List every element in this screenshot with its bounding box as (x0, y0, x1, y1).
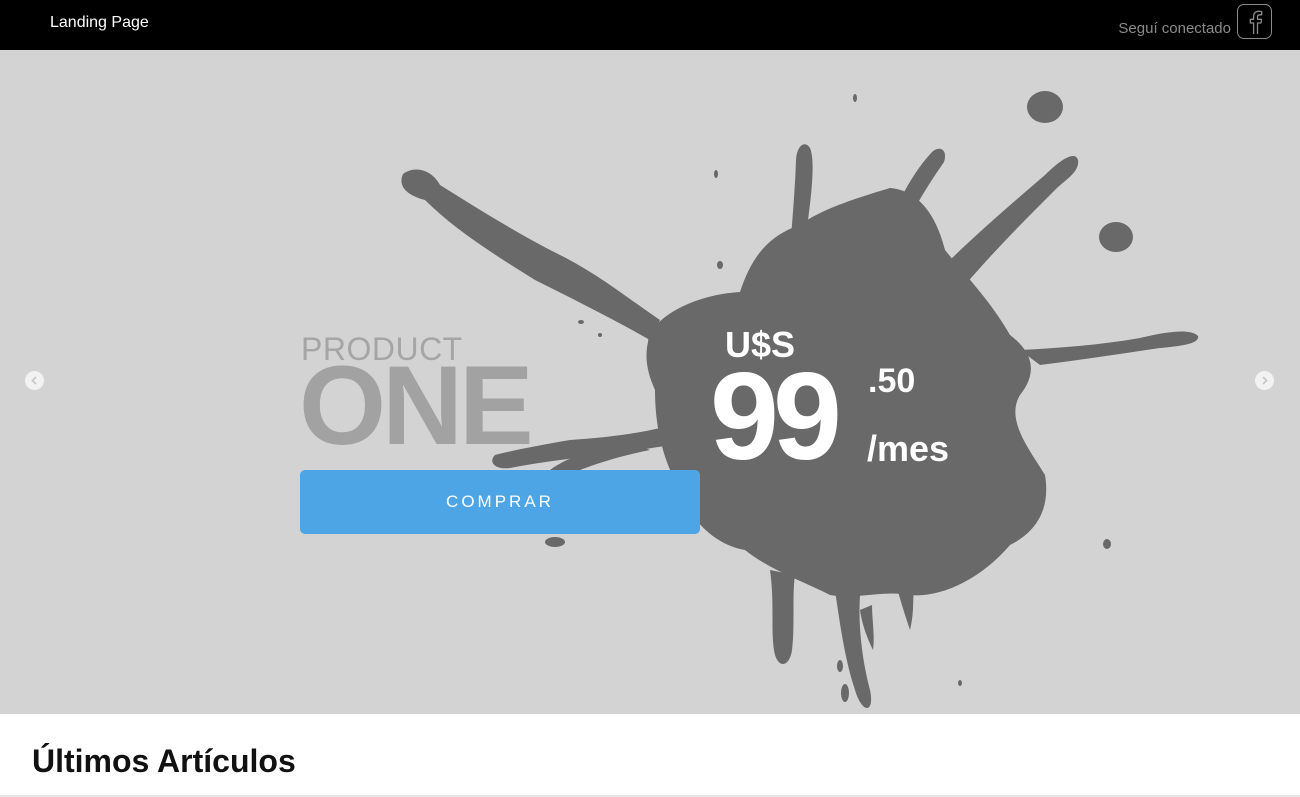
carousel-prev-button[interactable] (25, 371, 44, 390)
facebook-icon[interactable] (1237, 4, 1272, 39)
product-name: ONE (299, 343, 534, 468)
social-section: Seguí conectado (1118, 4, 1272, 39)
top-navbar: Landing Page Seguí conectado (0, 0, 1300, 50)
price-integer: 99 (710, 348, 842, 486)
price-period: /mes (867, 428, 950, 469)
paint-splat-graphic (401, 91, 1199, 708)
chevron-left-icon (31, 376, 37, 385)
social-text: Seguí conectado (1118, 20, 1231, 37)
buy-button[interactable]: COMPRAR (300, 470, 700, 534)
price-decimal: .50 (868, 362, 916, 400)
section-title: Últimos Artículos (32, 743, 296, 779)
chevron-right-icon (1262, 376, 1268, 385)
hero-carousel: PRODUCT ONE COMPRAR U$S 99 .50 /mes (0, 50, 1300, 714)
brand-link[interactable]: Landing Page (50, 14, 149, 32)
carousel-next-button[interactable] (1255, 371, 1274, 390)
